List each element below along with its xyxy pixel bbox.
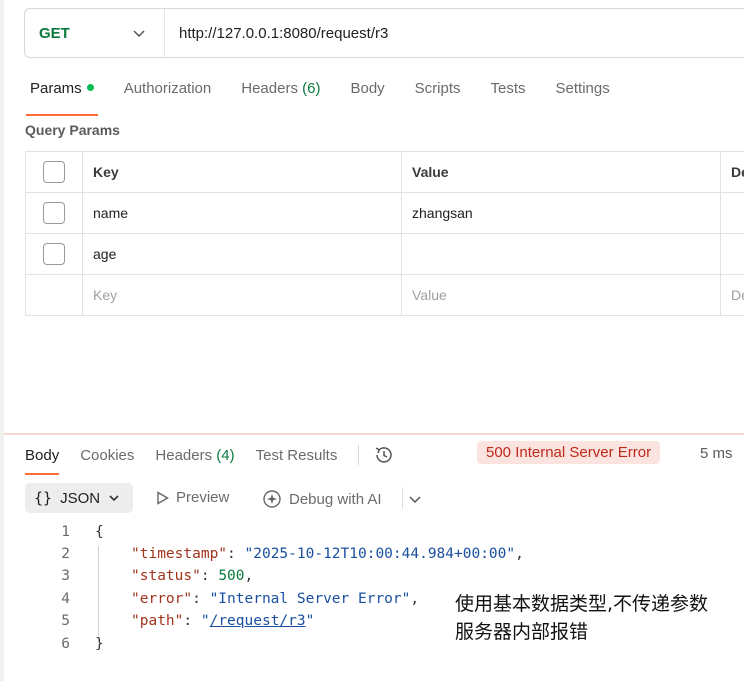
- column-value: Value: [401, 151, 721, 193]
- line-number: 1: [61, 524, 70, 540]
- debug-ai-button[interactable]: Debug with AI: [262, 489, 382, 509]
- select-all-checkbox[interactable]: [43, 161, 65, 183]
- json-key: "status": [131, 568, 201, 584]
- pane-divider[interactable]: [4, 433, 744, 435]
- response-headers-count: (4): [216, 446, 235, 464]
- annotation-line-2: 服务器内部报错: [455, 621, 589, 643]
- query-params-title: Query Params: [25, 122, 120, 138]
- param-value[interactable]: [401, 233, 721, 275]
- url-bar: GET http://127.0.0.1:8080/request/r3: [24, 8, 744, 58]
- chevron-down-icon[interactable]: [408, 492, 422, 506]
- table-row: name zhangsan: [25, 192, 744, 234]
- indent-guide: [98, 546, 99, 636]
- new-param-key[interactable]: Key: [82, 274, 402, 316]
- new-param-value[interactable]: Value: [401, 274, 721, 316]
- column-key: Key: [82, 151, 402, 193]
- json-key: "timestamp": [131, 546, 228, 562]
- param-description[interactable]: [720, 192, 744, 234]
- code-text: "timestamp": "2025-10-12T10:00:44.984+00…: [131, 546, 524, 562]
- param-description[interactable]: [720, 233, 744, 275]
- tab-body[interactable]: Body: [350, 80, 384, 106]
- line-number: 4: [61, 591, 70, 607]
- line-number: 2: [61, 546, 70, 562]
- path-link[interactable]: /request/r3: [210, 613, 306, 629]
- tab-headers-label: Headers: [241, 80, 298, 97]
- json-quote: ": [200, 613, 210, 629]
- tab-params[interactable]: Params: [26, 80, 98, 116]
- url-input[interactable]: http://127.0.0.1:8080/request/r3: [165, 25, 388, 42]
- format-select[interactable]: {} JSON: [25, 483, 133, 513]
- table-row-new: Key Value De: [25, 274, 744, 316]
- code-text: "error": "Internal Server Error",: [131, 591, 420, 607]
- json-string: "Internal Server Error": [209, 591, 411, 607]
- param-key[interactable]: age: [82, 233, 402, 275]
- chevron-down-icon: [133, 30, 145, 38]
- history-icon[interactable]: [373, 444, 395, 466]
- tab-settings[interactable]: Settings: [556, 80, 610, 106]
- annotation-line-1: 使用基本数据类型,不传递参数: [455, 593, 709, 615]
- format-label: JSON: [60, 489, 101, 507]
- request-tabs: Params Authorization Headers (6) Body Sc…: [26, 80, 640, 116]
- tab-tests[interactable]: Tests: [491, 80, 526, 106]
- tab-scripts[interactable]: Scripts: [415, 80, 461, 106]
- code-text: }: [95, 636, 104, 652]
- code-text: "path": "/request/r3": [131, 613, 315, 629]
- braces-icon: {}: [34, 489, 53, 507]
- new-param-description[interactable]: De: [720, 274, 744, 316]
- preview-label: Preview: [176, 489, 230, 506]
- json-string: "2025-10-12T10:00:44.984+00:00": [244, 546, 516, 562]
- line-number: 3: [61, 568, 70, 584]
- param-value[interactable]: zhangsan: [401, 192, 721, 234]
- response-tab-headers-label: Headers: [155, 446, 213, 464]
- json-number: 500: [218, 568, 245, 584]
- code-text: "status": 500,: [131, 568, 254, 584]
- param-checkbox[interactable]: [43, 243, 65, 265]
- table-header-row: Key Value De: [25, 151, 744, 193]
- debug-ai-label: Debug with AI: [289, 490, 382, 508]
- params-active-dot: [86, 84, 94, 91]
- param-key[interactable]: name: [82, 192, 402, 234]
- code-text: {: [95, 524, 104, 540]
- annotation-note: 使用基本数据类型,不传递参数 服务器内部报错: [455, 590, 708, 646]
- tab-separator: [358, 445, 360, 465]
- preview-button[interactable]: Preview: [156, 489, 229, 506]
- tab-headers[interactable]: Headers (6): [241, 80, 320, 106]
- table-row: age: [25, 233, 744, 275]
- response-tab-headers[interactable]: Headers (4): [155, 447, 234, 464]
- response-tabs: Body Cookies Headers (4) Test Results: [25, 444, 395, 475]
- column-description: De: [720, 151, 744, 193]
- response-tab-test-results[interactable]: Test Results: [256, 447, 338, 464]
- json-quote: ": [305, 613, 315, 629]
- json-key: "error": [131, 591, 193, 607]
- ai-sparkle-icon: [263, 490, 281, 508]
- play-icon: [157, 490, 169, 505]
- status-badge[interactable]: 500 Internal Server Error: [477, 441, 661, 464]
- tab-params-label: Params: [30, 80, 82, 97]
- param-checkbox[interactable]: [43, 202, 65, 224]
- toolbar-separator: [402, 487, 403, 509]
- method-label: GET: [39, 24, 70, 42]
- json-key: "path": [131, 613, 184, 629]
- line-number: 6: [61, 636, 70, 652]
- response-tab-body[interactable]: Body: [25, 447, 60, 475]
- line-number: 5: [61, 613, 70, 629]
- response-time[interactable]: 5 ms: [700, 445, 733, 462]
- query-params-table: Key Value De name zhangsan age Key Value…: [25, 151, 744, 316]
- tab-authorization[interactable]: Authorization: [124, 80, 212, 106]
- method-select[interactable]: GET: [25, 9, 165, 57]
- headers-count: (6): [302, 80, 321, 97]
- chevron-down-icon: [109, 495, 119, 502]
- response-tab-cookies[interactable]: Cookies: [80, 447, 134, 464]
- left-edge: [0, 0, 4, 681]
